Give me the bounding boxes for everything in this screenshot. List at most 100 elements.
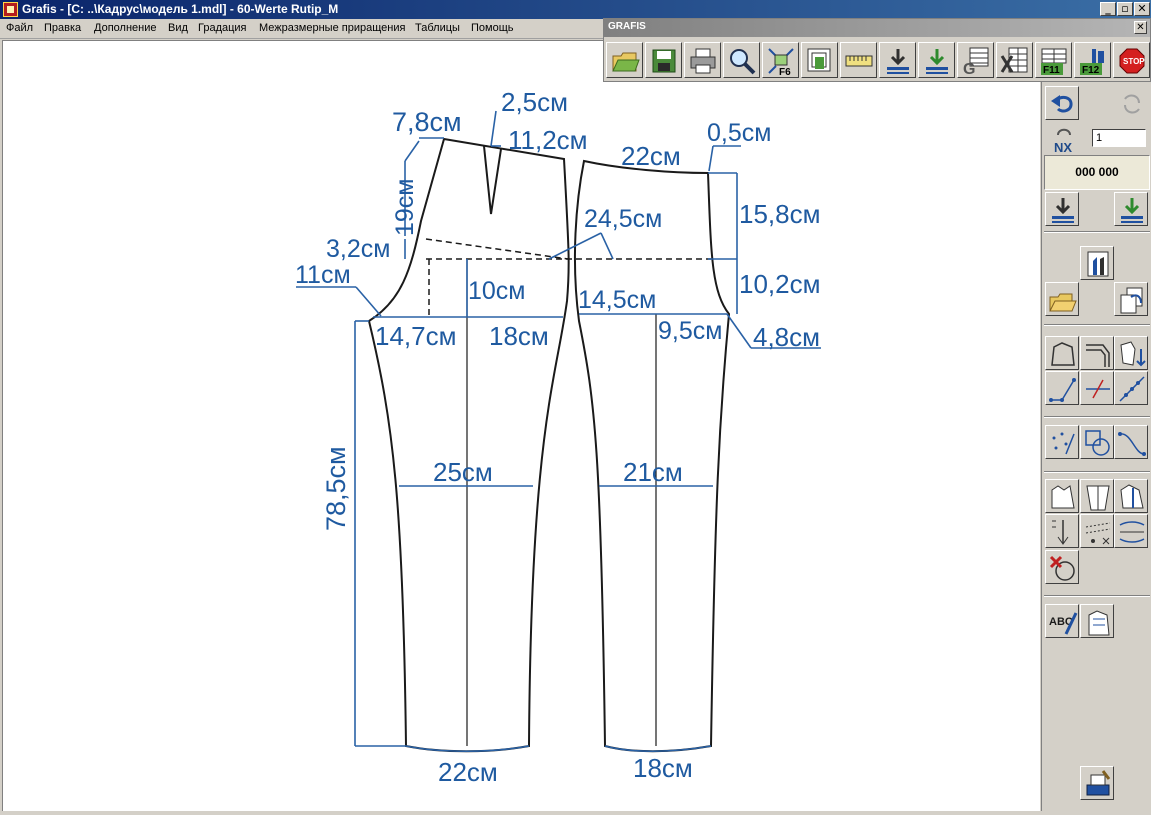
- toolbar-title-bar[interactable]: GRAFIS: [604, 19, 1150, 37]
- piece-button[interactable]: [1045, 479, 1079, 513]
- dim-yoke-depth: 19см: [391, 179, 419, 237]
- dim-length: 78,5см: [321, 446, 351, 531]
- window-title: Grafis - [C: ..\Кадрус\модель 1.mdl] - 6…: [22, 2, 339, 16]
- menu-tables[interactable]: Таблицы: [415, 22, 460, 34]
- dim-back-waist: 22см: [621, 141, 681, 171]
- undo-button[interactable]: [1045, 86, 1079, 120]
- dim-back-hem: 18см: [633, 753, 693, 783]
- minimize-button[interactable]: _: [1100, 2, 1116, 16]
- copy-pieces-button[interactable]: [1114, 282, 1148, 316]
- load-icon: [887, 49, 909, 74]
- open-pieces-button[interactable]: [1045, 282, 1079, 316]
- dim-back-knee: 21см: [623, 457, 683, 487]
- copy-pieces-icon: [1120, 287, 1143, 314]
- print-button[interactable]: [684, 42, 721, 78]
- curve-button[interactable]: [1114, 425, 1148, 459]
- save-icon: [652, 49, 676, 73]
- parallel-button[interactable]: [1080, 336, 1114, 370]
- front-dart: [483, 145, 502, 215]
- menu-edit[interactable]: Правка: [44, 22, 81, 34]
- seam-allowance-icon: [1119, 521, 1145, 543]
- pieces-button[interactable]: [801, 42, 838, 78]
- toolbar-title: GRAFIS: [608, 21, 646, 32]
- line-points-button[interactable]: [1114, 371, 1148, 405]
- excel-table-icon: [1000, 47, 1028, 73]
- zoom-button[interactable]: [723, 42, 760, 78]
- dim-front-hem: 22см: [438, 757, 498, 787]
- point-line-button[interactable]: [1045, 371, 1079, 405]
- dim-back-crotch-depth: 10,2см: [739, 269, 820, 299]
- panel-separator: [1044, 595, 1150, 597]
- dim-back-rise-top: 0,5см: [707, 119, 771, 147]
- bodies-button[interactable]: [1080, 246, 1114, 280]
- text-tool-icon: ABC: [1049, 612, 1078, 635]
- load-icon: [1052, 198, 1074, 223]
- toolbar-close-button[interactable]: ✕: [1134, 21, 1147, 34]
- f12-icon: F12: [1080, 49, 1104, 76]
- contour-button[interactable]: [1045, 336, 1079, 370]
- panel-separator: [1044, 471, 1150, 473]
- menu-extras[interactable]: Дополнение: [94, 22, 156, 34]
- nx-input[interactable]: 1: [1092, 129, 1146, 147]
- excel-button[interactable]: [996, 42, 1033, 78]
- dim-front-rise: 10см: [468, 277, 526, 305]
- points-button[interactable]: [1045, 425, 1079, 459]
- grain-button[interactable]: [1045, 514, 1079, 548]
- delete-button[interactable]: [1045, 550, 1079, 584]
- stop-button[interactable]: STOP: [1113, 42, 1150, 78]
- grafis-app: Grafis - [C: ..\Кадрус\модель 1.mdl] - 6…: [0, 0, 1151, 815]
- panel-separator: [1044, 324, 1150, 326]
- pieces-icon: [807, 48, 831, 72]
- close-button[interactable]: ✕: [1134, 2, 1150, 16]
- maximize-button[interactable]: ▫: [1117, 2, 1133, 16]
- menu-file[interactable]: Файл: [6, 22, 33, 34]
- menu-grading[interactable]: Градация: [198, 22, 247, 34]
- app-icon[interactable]: [3, 2, 18, 17]
- parallel-contour-icon: [1086, 344, 1110, 367]
- piece-transfer-button[interactable]: [1114, 336, 1148, 370]
- f11-button[interactable]: F11: [1035, 42, 1072, 78]
- panel-load-green-button[interactable]: [1114, 192, 1148, 226]
- panel-load-button[interactable]: [1045, 192, 1079, 226]
- drawing-canvas[interactable]: 7,8см 2,5см 11,2см 22см 0,5см 19см 3,2см…: [2, 40, 1040, 811]
- dim-back-hip: 14,5см: [578, 286, 656, 314]
- f12-button[interactable]: F12: [1074, 42, 1111, 78]
- piece-mirror-button[interactable]: [1080, 479, 1114, 513]
- measure-tape-icon: [845, 55, 873, 67]
- plotter-button[interactable]: [1080, 766, 1114, 800]
- scatter-points-icon: [1052, 432, 1075, 455]
- stop-label: STOP: [1123, 57, 1145, 66]
- piece-transfer-icon: [1120, 341, 1146, 367]
- measure-button[interactable]: [840, 42, 877, 78]
- panel-separator: [1044, 231, 1150, 233]
- seam-button[interactable]: [1114, 514, 1148, 548]
- load-button[interactable]: [879, 42, 916, 78]
- menu-size-increments[interactable]: Межразмерные приращения: [259, 22, 405, 34]
- menu-view[interactable]: Вид: [168, 22, 188, 34]
- delete-icon: [1049, 555, 1075, 581]
- dim-front-half-left: 14,7см: [375, 321, 456, 351]
- load-green-button[interactable]: [918, 42, 955, 78]
- text-button[interactable]: ABC: [1045, 604, 1079, 638]
- grading-button[interactable]: G: [957, 42, 994, 78]
- intersection-button[interactable]: [1080, 371, 1114, 405]
- panel-separator: [1044, 416, 1150, 418]
- annotation-button[interactable]: [1080, 604, 1114, 638]
- menu-help[interactable]: Помощь: [471, 22, 514, 34]
- f6-label: F6: [779, 67, 791, 76]
- open-button[interactable]: [606, 42, 643, 78]
- undo-icon: [1051, 95, 1073, 113]
- dim-front-half-right: 18см: [489, 321, 549, 351]
- nx-button[interactable]: NX: [1045, 122, 1079, 156]
- curve-icon: [1118, 432, 1146, 456]
- redo-button[interactable]: [1114, 86, 1148, 120]
- dim-front-knee: 25см: [433, 457, 493, 487]
- save-button[interactable]: [645, 42, 682, 78]
- piece-split-button[interactable]: [1114, 479, 1148, 513]
- fit-f6-button[interactable]: F6: [762, 42, 799, 78]
- shapes-button[interactable]: [1080, 425, 1114, 459]
- grading-g-icon: G: [963, 47, 989, 76]
- annotation-icon: [1088, 610, 1110, 636]
- notches-button[interactable]: [1080, 514, 1114, 548]
- load-green-icon: [926, 49, 948, 74]
